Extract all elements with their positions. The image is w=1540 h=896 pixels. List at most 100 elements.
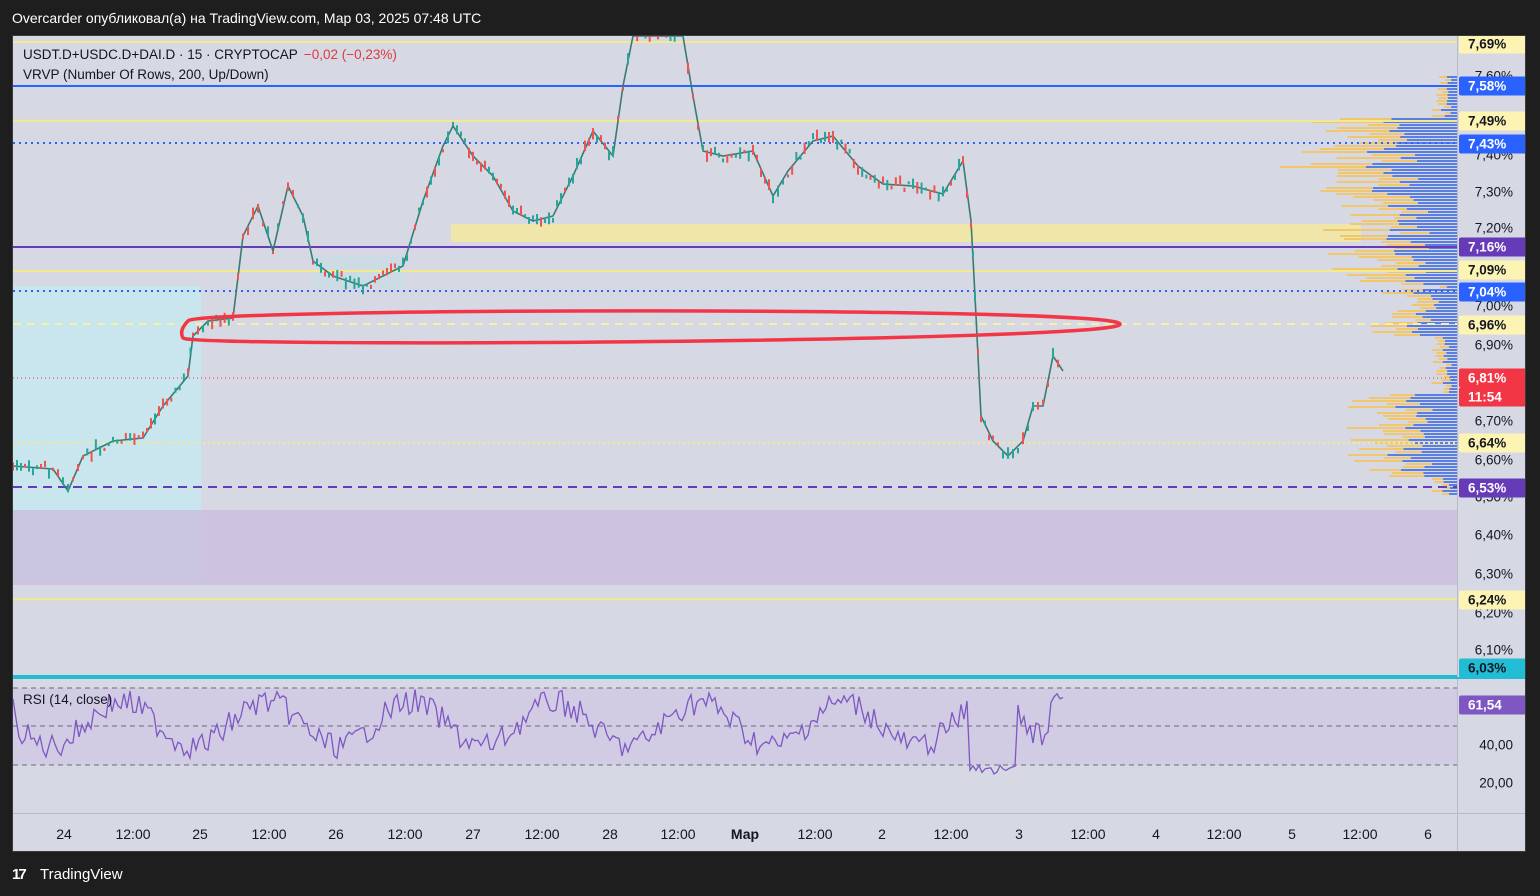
time-tick-label: 2: [878, 826, 886, 842]
price-tick-label: 6,60%: [1474, 452, 1513, 468]
volume-bar-down: [1443, 481, 1457, 483]
volume-bar-up: [1325, 130, 1390, 132]
volume-bar-up: [1302, 151, 1368, 153]
volume-bar-up: [1347, 136, 1401, 138]
price-level-tag[interactable]: 6,53%: [1459, 478, 1525, 498]
volume-bar-up: [1431, 115, 1445, 117]
volume-bar-up: [1434, 337, 1443, 339]
indicator-legend-vrvp[interactable]: VRVP (Number Of Rows, 200, Up/Down): [23, 65, 397, 85]
volume-bar-up: [1388, 475, 1425, 477]
price-axis[interactable]: 7,60%7,50%7,40%7,30%7,20%7,00%6,90%6,70%…: [1457, 36, 1525, 678]
yellow-zone: [451, 224, 1361, 242]
volume-bar-up: [1371, 325, 1407, 327]
volume-bar-down: [1409, 184, 1457, 186]
symbol-legend-row[interactable]: USDT.D+USDC.D+DAI.D · 15 · CRYPTOCAP −0,0…: [23, 45, 397, 65]
main-price-pane[interactable]: USDT.D+USDC.D+DAI.D · 15 · CRYPTOCAP −0,0…: [13, 36, 1457, 677]
volume-bar-down: [1422, 445, 1457, 447]
volume-bar-up: [1405, 463, 1432, 465]
footer-bar: 17 TradingView: [0, 852, 1540, 896]
volume-bar-up: [1431, 349, 1443, 351]
price-level-tag[interactable]: 7,09%: [1459, 260, 1525, 280]
volume-bar-down: [1431, 463, 1457, 465]
header-bar: Overcarder опубликовал(а) на TradingView…: [0, 0, 1540, 36]
volume-bar-down: [1372, 163, 1457, 165]
price-level-tag[interactable]: 7,43%: [1459, 134, 1525, 154]
volume-bar-down: [1447, 94, 1457, 96]
price-level-tag[interactable]: 6,96%: [1459, 315, 1525, 335]
rsi-chart-canvas[interactable]: [13, 679, 1457, 813]
volume-bar-up: [1415, 319, 1431, 321]
volume-bar-down: [1411, 256, 1457, 258]
volume-bar-down: [1388, 205, 1457, 207]
volume-bar-down: [1442, 349, 1457, 351]
tradingview-logo[interactable]: 17 TradingView: [12, 866, 123, 883]
rsi-axis[interactable]: 61,54 40,00 20,00: [1457, 679, 1525, 813]
tradingview-logo-icon: 17: [12, 866, 27, 883]
volume-bar-down: [1432, 298, 1457, 300]
volume-bar-up: [1336, 175, 1393, 177]
volume-bar-up: [1381, 241, 1411, 243]
volume-bar-up: [1437, 88, 1447, 90]
price-level-tag[interactable]: 6,81%: [1459, 368, 1525, 388]
volume-bar-down: [1403, 448, 1457, 450]
price-level-tag[interactable]: 7,49%: [1459, 111, 1525, 131]
volume-bar-down: [1414, 154, 1457, 156]
price-level-tag[interactable]: 7,16%: [1459, 237, 1525, 257]
volume-bar-up: [1379, 424, 1414, 426]
volume-bar-up: [1336, 181, 1400, 183]
volume-bar-down: [1446, 88, 1457, 90]
volume-bar-down: [1450, 379, 1457, 381]
chart-frame[interactable]: USDT.D+USDC.D+DAI.D · 15 · CRYPTOCAP −0,0…: [12, 35, 1526, 852]
price-chart-canvas[interactable]: [13, 36, 1457, 677]
volume-bar-up: [1280, 166, 1366, 168]
price-level-tag[interactable]: 6,64%: [1459, 433, 1525, 453]
volume-bar-up: [1390, 226, 1417, 228]
time-tick-label: 12:00: [797, 826, 833, 842]
volume-bar-down: [1419, 334, 1457, 336]
volume-bar-up: [1323, 229, 1390, 231]
volume-bar-up: [1336, 157, 1401, 159]
volume-bar-up: [1436, 370, 1448, 372]
volume-bar-up: [1383, 433, 1424, 435]
volume-bar-down: [1416, 415, 1457, 417]
volume-bar-up: [1402, 436, 1425, 438]
volume-bar-up: [1387, 445, 1423, 447]
volume-bar-down: [1449, 346, 1457, 348]
volume-bar-down: [1392, 175, 1457, 177]
volume-bar-down: [1423, 283, 1457, 285]
volume-bar-up: [1396, 328, 1418, 330]
price-tick-label: 7,30%: [1474, 184, 1513, 200]
volume-bar-up: [1439, 97, 1449, 99]
symbol-title[interactable]: USDT.D+USDC.D+DAI.D · 15 · CRYPTOCAP: [23, 47, 298, 62]
price-level-tag[interactable]: 7,04%: [1459, 282, 1525, 302]
volume-bar-down: [1425, 262, 1457, 264]
price-level-tag[interactable]: 7,69%: [1459, 36, 1525, 54]
price-level-tag[interactable]: 11:54: [1459, 387, 1525, 407]
time-tick-label: Мар: [730, 826, 760, 842]
price-level-tag[interactable]: 6,03%: [1459, 658, 1525, 678]
volume-bar-down: [1395, 145, 1457, 147]
time-tick-label: 12:00: [387, 826, 423, 842]
volume-bar-down: [1442, 361, 1457, 363]
volume-bar-down: [1402, 460, 1457, 462]
volume-bar-up: [1396, 262, 1426, 264]
volume-bar-up: [1399, 232, 1430, 234]
volume-bar-down: [1387, 235, 1457, 237]
volume-bar-up: [1352, 400, 1407, 402]
price-level-tag[interactable]: 6,24%: [1459, 590, 1525, 610]
volume-bar-down: [1400, 136, 1457, 138]
volume-bar-down: [1387, 193, 1457, 195]
volume-bar-up: [1360, 142, 1397, 144]
volume-bar-up: [1377, 259, 1414, 261]
volume-bar-up: [1394, 334, 1420, 336]
volume-bar-down: [1447, 370, 1457, 372]
rsi-pane[interactable]: RSI (14, close): [13, 679, 1457, 813]
price-level-tag[interactable]: 7,58%: [1459, 76, 1525, 96]
volume-bar-up: [1354, 460, 1403, 462]
volume-bar-down: [1389, 229, 1457, 231]
time-axis[interactable]: 24 12:00 25 12:00 26 12:00 27 12:00 28 12:00 Мар 12…: [13, 813, 1457, 851]
rsi-legend[interactable]: RSI (14, close): [23, 692, 112, 707]
volume-bar-up: [1378, 139, 1407, 141]
volume-bar-up: [1439, 346, 1450, 348]
volume-bar-up: [1310, 163, 1373, 165]
